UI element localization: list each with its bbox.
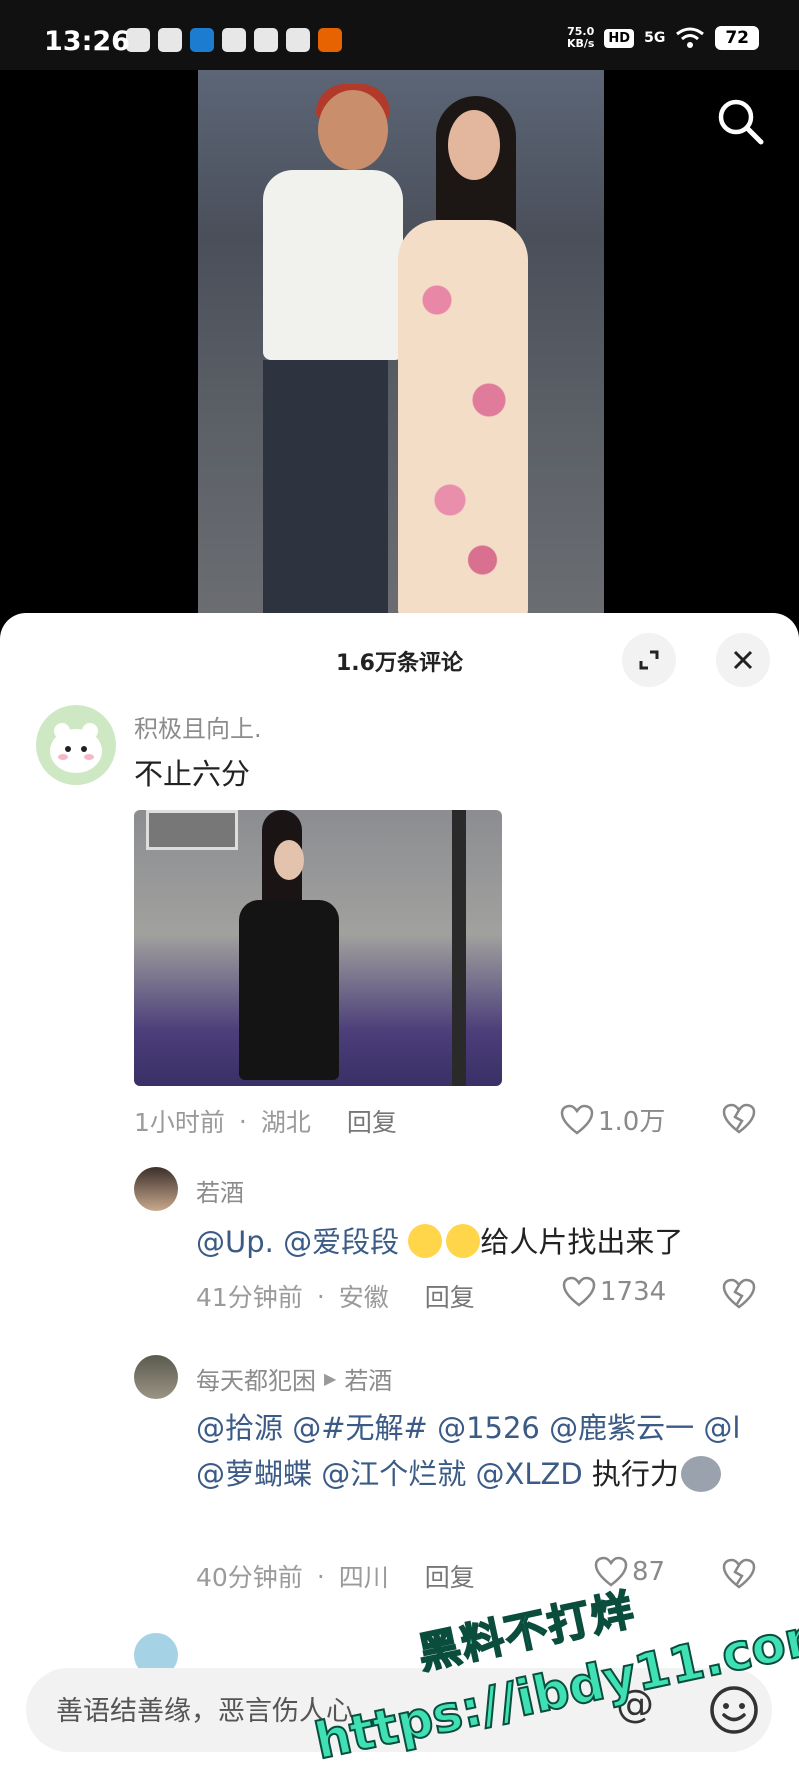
- video-figure: [398, 220, 528, 620]
- app-notification-icon: [254, 28, 278, 52]
- heart-icon: [562, 1276, 596, 1307]
- avatar[interactable]: [134, 1355, 178, 1399]
- battery-indicator: 72: [715, 26, 759, 50]
- video-frame[interactable]: [198, 70, 604, 630]
- mention-link[interactable]: @萝蝴蝶: [196, 1457, 312, 1491]
- reply-arrow-icon: ▶: [324, 1369, 337, 1388]
- app-notification-icon: [126, 28, 150, 52]
- reply-to-username[interactable]: 若酒: [344, 1361, 392, 1396]
- mention-link[interactable]: @拾源: [196, 1411, 283, 1445]
- comment-text: @Up. @爱段段 给人片找出来了: [196, 1224, 684, 1259]
- like-button[interactable]: 1.0万: [560, 1101, 665, 1138]
- mention-link[interactable]: @爱段段: [283, 1225, 399, 1259]
- comment-username[interactable]: 积极且向上.: [134, 709, 262, 744]
- dislike-icon[interactable]: [722, 1558, 756, 1590]
- emoji-icon: [408, 1224, 443, 1258]
- comment-location: 湖北: [260, 1108, 311, 1137]
- image-figure-face: [274, 840, 304, 880]
- weibo-icon: [158, 28, 182, 52]
- reply-button[interactable]: 回复: [425, 1278, 475, 1314]
- like-button[interactable]: 1734: [562, 1276, 666, 1308]
- comment-count-title: 1.6万条评论: [336, 651, 463, 676]
- network-speed: 75.0 KB/s: [566, 25, 595, 50]
- app-notification-icon: [286, 28, 310, 52]
- video-player[interactable]: [0, 70, 799, 630]
- app-notification-icon: [318, 28, 342, 52]
- video-figure: [263, 170, 403, 360]
- dog-emoji-icon: [680, 1456, 721, 1492]
- dislike-icon[interactable]: [722, 1278, 756, 1310]
- video-figure: [263, 360, 388, 630]
- search-icon[interactable]: [713, 94, 769, 150]
- video-figure: [318, 90, 388, 170]
- mention-link[interactable]: @1526: [437, 1411, 540, 1445]
- comment-meta: 41分钟前 · 安徽 回复: [196, 1278, 475, 1314]
- comment-username[interactable]: 每天都犯困: [196, 1361, 316, 1396]
- emoji-icon[interactable]: [706, 1682, 762, 1738]
- comment-reply-header: 每天都犯困 ▶ 若酒: [196, 1361, 392, 1396]
- reply-button[interactable]: 回复: [347, 1103, 397, 1139]
- heart-icon: [560, 1104, 594, 1135]
- notification-icons: [126, 28, 342, 52]
- picture-frame: [146, 810, 238, 850]
- wifi-icon: [676, 27, 705, 48]
- comment-username[interactable]: 若酒: [196, 1173, 244, 1208]
- comment-text: @拾源 @#无解# @1526 @鹿紫云一 @l @萝蝴蝶 @江个烂就 @XLZ…: [196, 1411, 741, 1492]
- comment-time: 1小时前: [134, 1108, 225, 1137]
- avatar[interactable]: [36, 705, 116, 785]
- avatar[interactable]: [134, 1167, 178, 1211]
- hd-badge: HD: [604, 28, 635, 48]
- status-time: 13:26: [44, 26, 130, 57]
- comment-meta: 1小时前 · 湖北 回复: [134, 1103, 397, 1139]
- comment-meta: 40分钟前 · 四川 回复: [196, 1558, 475, 1594]
- comment-time: 41分钟前: [196, 1283, 303, 1312]
- mention-link[interactable]: @XLZD: [475, 1457, 582, 1491]
- reply-button[interactable]: 回复: [425, 1558, 475, 1594]
- like-count: 87: [632, 1557, 666, 1587]
- avatar-cartoon-icon: [50, 723, 102, 773]
- mention-link[interactable]: @鹿紫云一: [549, 1411, 694, 1445]
- comment-image[interactable]: [134, 810, 502, 1086]
- comment-text: 不止六分: [134, 757, 251, 791]
- expand-icon: [639, 650, 659, 670]
- status-right: 75.0 KB/s HD 5G 72: [567, 26, 759, 50]
- mention-link[interactable]: @l: [703, 1411, 740, 1445]
- app-notification-icon: [190, 28, 214, 52]
- close-icon: [733, 650, 753, 670]
- like-count: 1734: [600, 1277, 667, 1307]
- comment-time: 40分钟前: [196, 1563, 303, 1592]
- close-button[interactable]: [716, 633, 770, 687]
- expand-button[interactable]: [622, 633, 676, 687]
- image-figure-body: [239, 900, 339, 1080]
- comment-sheet: 1.6万条评论 积极且向上. 不止六分 1小时前 · 湖北 回复 1.0万 若酒…: [0, 613, 799, 1771]
- comment-location: 四川: [338, 1563, 389, 1592]
- emoji-icon: [446, 1224, 481, 1258]
- mention-link[interactable]: @#无解#: [292, 1411, 428, 1445]
- dislike-icon[interactable]: [722, 1103, 756, 1135]
- status-bar: 13:26 75.0 KB/s HD 5G 72: [0, 0, 799, 70]
- signal-icon: 5G: [644, 30, 666, 46]
- door-frame: [452, 810, 466, 1086]
- app-notification-icon: [222, 28, 246, 52]
- comment-location: 安徽: [338, 1283, 389, 1312]
- video-figure: [448, 110, 500, 180]
- like-count: 1.0万: [598, 1107, 666, 1137]
- mention-link[interactable]: @江个烂就: [321, 1457, 466, 1491]
- mention-link[interactable]: @Up.: [196, 1225, 274, 1259]
